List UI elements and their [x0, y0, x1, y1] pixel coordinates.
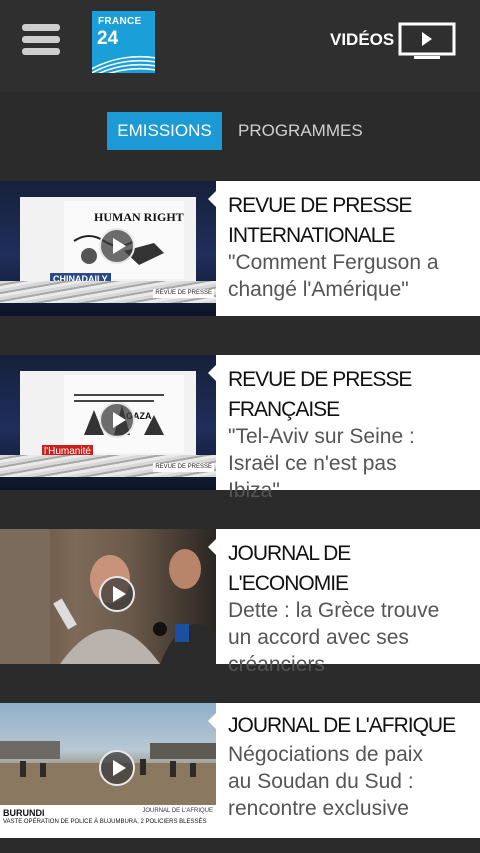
card-subtitle: Dette : la Grèce trouve un accord avec s… [228, 599, 440, 676]
tab-bar: EMISSIONS PROGRAMMES [0, 110, 480, 154]
play-icon[interactable] [99, 576, 135, 612]
tv-play-icon[interactable] [398, 22, 456, 62]
logo-arcs-icon [92, 55, 155, 73]
card-title: REVUE DE PRESSE INTERNATIONALE [228, 194, 412, 247]
play-icon[interactable] [99, 750, 135, 786]
video-thumbnail[interactable]: HUMAN RIGHTS CHINADAILY REVUE DE PRESSE [0, 181, 216, 316]
corner-tag: REVUE DE PRESSE [153, 463, 214, 472]
france24-logo[interactable]: FRANCE 24 [92, 11, 155, 73]
card-subtitle: "Tel-Aviv sur Seine : Israël ce n'est pa… [228, 425, 415, 502]
videos-label[interactable]: VIDÉOS [330, 30, 394, 50]
card-subtitle: Négociations de paix au Soudan du Sud : … [228, 743, 423, 820]
hamburger-menu-icon[interactable] [22, 24, 60, 56]
card-title: REVUE DE PRESSE FRANÇAISE [228, 368, 412, 421]
news-banner: BURUNDI VASTE OPÉRATION DE POLICE À BUJU… [0, 805, 216, 838]
list-item[interactable]: JOURNAL DE L'ECONOMIE Dette : la Grèce t… [0, 529, 480, 676]
play-icon[interactable] [99, 228, 135, 264]
card-title: JOURNAL DE L'AFRIQUE [228, 714, 456, 737]
tab-programmes[interactable]: PROGRAMMES [238, 112, 363, 150]
card-title: JOURNAL DE L'ECONOMIE [228, 542, 351, 595]
card-subtitle: "Comment Ferguson a changé l'Amérique" [228, 251, 439, 301]
corner-tag: REVUE DE PRESSE [153, 289, 214, 298]
video-thumbnail[interactable]: GAZA l'Humanité REVUE DE PRESSE [0, 355, 216, 490]
list-item[interactable]: GAZA l'Humanité REVUE DE PRESSE REVUE DE… [0, 355, 480, 502]
list-item[interactable]: HUMAN RIGHTS CHINADAILY REVUE DE PRESSE … [0, 181, 480, 316]
tab-emissions[interactable]: EMISSIONS [107, 112, 222, 150]
video-thumbnail[interactable]: BURUNDI VASTE OPÉRATION DE POLICE À BUJU… [0, 703, 216, 838]
video-thumbnail[interactable] [0, 529, 216, 664]
svg-text:HUMAN RIGHTS: HUMAN RIGHTS [94, 210, 184, 224]
list-item[interactable]: BURUNDI VASTE OPÉRATION DE POLICE À BUJU… [0, 703, 480, 838]
play-icon[interactable] [99, 402, 135, 438]
top-bar: FRANCE 24 VIDÉOS [0, 0, 480, 92]
logo-line1: FRANCE [98, 16, 142, 27]
